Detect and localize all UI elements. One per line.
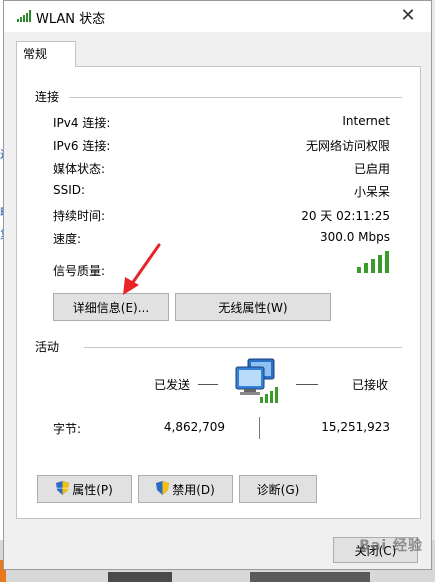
disable-button[interactable]: 禁用(D) [138,475,233,503]
title-bar: WLAN 状态 ✕ [4,1,431,32]
speed-label: 速度: [53,232,82,246]
ipv4-label: IPv4 连接: [53,116,111,130]
duration-label: 持续时间: [53,209,106,223]
ipv4-value: Internet [342,114,390,128]
tab-general[interactable]: 常规 [16,41,76,67]
ssid-value: 小呆呆 [353,185,390,199]
signal-strength-icon [357,251,389,276]
shield-icon [156,480,170,498]
wifi-signal-icon [17,10,31,25]
background-dark-strip [108,572,172,582]
media-state-label: 媒体状态: [53,162,106,176]
bytes-divider [259,417,260,439]
wlan-status-dialog: WLAN 状态 ✕ 常规 连接 IPv4 连接: Internet IPv6 连… [3,0,432,570]
diagnose-button[interactable]: 诊断(G) [239,475,317,503]
section-divider [84,347,402,348]
ipv6-value: 无网络访问权限 [305,139,390,153]
details-button[interactable]: 详细信息(E)... [53,293,169,321]
close-icon[interactable]: ✕ [397,5,419,27]
duration-value: 20 天 02:11:25 [301,209,390,223]
section-divider [69,97,402,98]
shield-icon [56,480,70,498]
media-state-value: 已启用 [353,162,390,176]
signal-quality-label: 信号质量: [53,264,106,278]
properties-button[interactable]: 属性(P) [37,475,132,503]
sent-label: 已发送 [154,378,191,392]
bytes-label: 字节: [53,422,82,436]
ssid-label: SSID: [53,183,86,197]
speed-value: 300.0 Mbps [319,230,390,244]
network-computers-icon [234,357,284,408]
annotation-arrow-icon [123,243,161,295]
connection-section-label: 连接 [35,90,60,104]
disable-label: 禁用(D) [172,482,215,497]
background-dark-strip [250,572,370,582]
received-line [296,384,318,385]
general-panel: 连接 IPv4 连接: Internet IPv6 连接: 无网络访问权限 媒体… [16,66,421,519]
wireless-properties-button[interactable]: 无线属性(W) [175,293,331,321]
sent-line [198,384,218,385]
window-title: WLAN 状态 [36,12,106,27]
properties-label: 属性(P) [72,482,113,497]
bytes-sent-value: 4,862,709 [163,420,225,434]
received-label: 已接收 [352,378,389,392]
ipv6-label: IPv6 连接: [53,139,111,153]
close-button[interactable]: 关闭(C) [333,537,418,563]
activity-section-label: 活动 [35,340,60,354]
bytes-received-value: 15,251,923 [321,420,390,434]
